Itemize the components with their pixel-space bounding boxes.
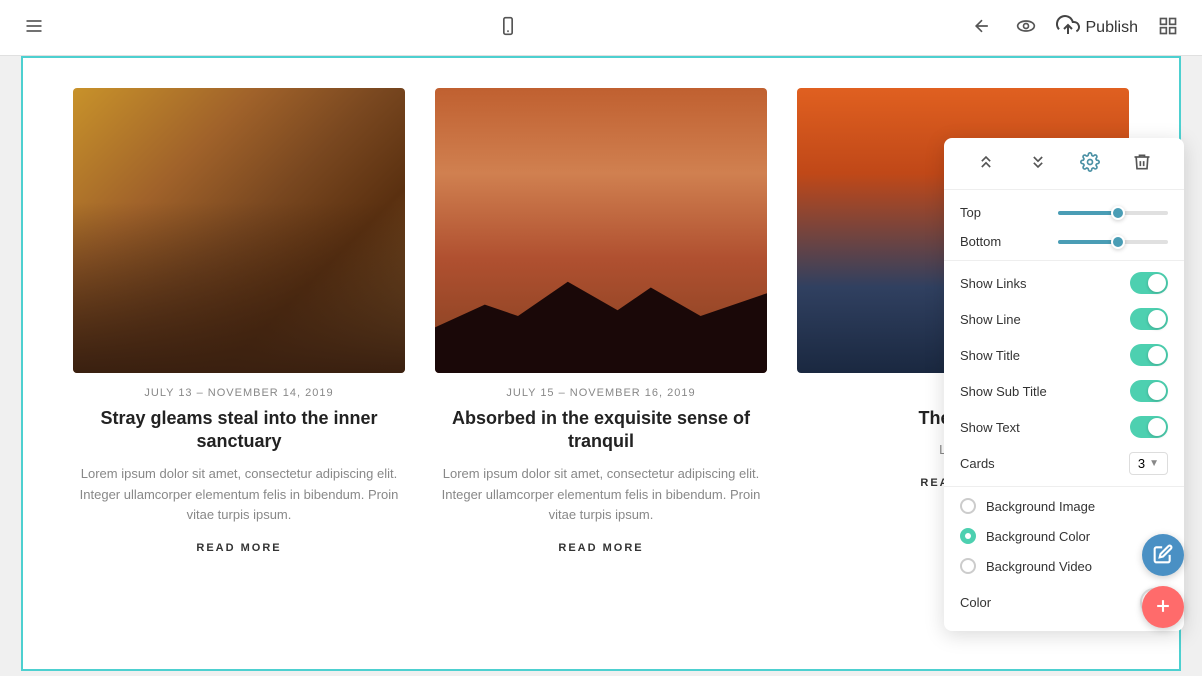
move-down-icon: [1028, 160, 1048, 175]
show-title-toggle[interactable]: [1130, 344, 1168, 366]
show-line-label: Show Line: [960, 312, 1021, 327]
top-row: Top: [944, 198, 1184, 227]
card-image-1: [73, 88, 405, 373]
layout-button[interactable]: [1154, 12, 1182, 43]
top-slider-thumb: [1111, 206, 1125, 220]
card-title-1: Stray gleams steal into the inner sanctu…: [73, 407, 405, 454]
card-date-1: JULY 13 – NOVEMBER 14, 2019: [144, 387, 333, 399]
settings-button[interactable]: [1076, 148, 1104, 179]
hamburger-button[interactable]: [20, 12, 48, 43]
divider-1: [944, 260, 1184, 261]
cards-value: 3: [1138, 456, 1145, 471]
card-text-1: Lorem ipsum dolor sit amet, consectetur …: [73, 464, 405, 526]
cards-row: Cards 3 ▼: [944, 445, 1184, 482]
divider-2: [944, 486, 1184, 487]
bg-color-radio[interactable]: [960, 528, 976, 544]
bottom-slider-track: [1058, 240, 1168, 244]
show-links-row: Show Links: [944, 265, 1184, 301]
top-nav: Publish: [0, 0, 1202, 56]
bg-image-row: Background Image: [944, 491, 1184, 521]
top-slider[interactable]: [1058, 211, 1168, 215]
show-links-toggle[interactable]: [1130, 272, 1168, 294]
nav-left: [20, 12, 48, 43]
publish-label: Publish: [1086, 19, 1138, 37]
phone-icon: [498, 24, 518, 39]
top-slider-track: [1058, 211, 1168, 215]
gear-icon: [1080, 160, 1100, 175]
plus-icon: [1153, 596, 1173, 619]
bg-color-label: Background Color: [986, 529, 1090, 544]
layout-icon: [1158, 24, 1178, 39]
card-1: JULY 13 – NOVEMBER 14, 2019 Stray gleams…: [73, 88, 405, 554]
eye-icon: [1016, 24, 1036, 39]
show-subtitle-row: Show Sub Title: [944, 373, 1184, 409]
cloud-upload-icon: [1056, 13, 1080, 42]
main-area: JULY 13 – NOVEMBER 14, 2019 Stray gleams…: [0, 56, 1202, 676]
add-fab-button[interactable]: [1142, 586, 1184, 628]
move-down-button[interactable]: [1024, 148, 1052, 179]
show-text-label: Show Text: [960, 420, 1020, 435]
card-link-2[interactable]: READ MORE: [558, 542, 643, 554]
bg-image-radio[interactable]: [960, 498, 976, 514]
nav-right: Publish: [968, 12, 1182, 43]
show-line-row: Show Line: [944, 301, 1184, 337]
panel-toolbar-icons: [944, 138, 1184, 190]
color-label: Color: [960, 595, 991, 610]
card-2: JULY 15 – NOVEMBER 16, 2019 Absorbed in …: [435, 88, 767, 554]
bottom-slider-thumb: [1111, 235, 1125, 249]
show-subtitle-toggle[interactable]: [1130, 380, 1168, 402]
card-image-2: [435, 88, 767, 373]
bg-image-label: Background Image: [986, 499, 1095, 514]
hamburger-icon: [24, 24, 44, 39]
chevron-down-icon: ▼: [1149, 458, 1159, 469]
card-link-1[interactable]: READ MORE: [196, 542, 281, 554]
back-button[interactable]: [968, 12, 996, 43]
move-up-button[interactable]: [972, 148, 1000, 179]
card-text-2: Lorem ipsum dolor sit amet, consectetur …: [435, 464, 767, 526]
show-links-label: Show Links: [960, 276, 1026, 291]
cards-select[interactable]: 3 ▼: [1129, 452, 1168, 475]
eye-button[interactable]: [1012, 12, 1040, 43]
bottom-label: Bottom: [960, 234, 1001, 249]
card-title-2: Absorbed in the exquisite sense of tranq…: [435, 407, 767, 454]
show-title-row: Show Title: [944, 337, 1184, 373]
trash-icon: [1132, 160, 1152, 175]
show-text-row: Show Text: [944, 409, 1184, 445]
cards-label: Cards: [960, 456, 995, 471]
publish-button[interactable]: Publish: [1056, 13, 1138, 42]
bottom-row: Bottom: [944, 227, 1184, 256]
delete-button[interactable]: [1128, 148, 1156, 179]
show-text-toggle[interactable]: [1130, 416, 1168, 438]
pencil-icon: [1153, 544, 1173, 567]
bg-video-radio[interactable]: [960, 558, 976, 574]
show-title-label: Show Title: [960, 348, 1020, 363]
card-date-2: JULY 15 – NOVEMBER 16, 2019: [506, 387, 695, 399]
nav-center: [494, 12, 522, 43]
bg-video-label: Background Video: [986, 559, 1092, 574]
show-line-toggle[interactable]: [1130, 308, 1168, 330]
edit-fab-button[interactable]: [1142, 534, 1184, 576]
move-up-icon: [976, 160, 996, 175]
bottom-slider[interactable]: [1058, 240, 1168, 244]
top-label: Top: [960, 205, 981, 220]
phone-button[interactable]: [494, 12, 522, 43]
show-subtitle-label: Show Sub Title: [960, 384, 1047, 399]
back-icon: [972, 24, 992, 39]
